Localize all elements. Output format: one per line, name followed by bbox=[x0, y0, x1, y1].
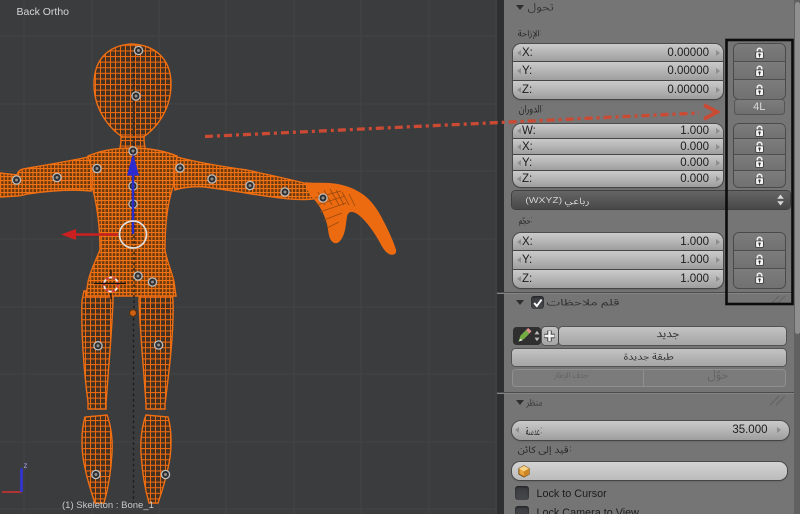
svg-text:z: z bbox=[24, 461, 28, 470]
svg-text:Back Ortho: Back Ortho bbox=[17, 6, 70, 18]
svg-text:(1) Skeleton : Bone_1: (1) Skeleton : Bone_1 bbox=[62, 500, 154, 511]
